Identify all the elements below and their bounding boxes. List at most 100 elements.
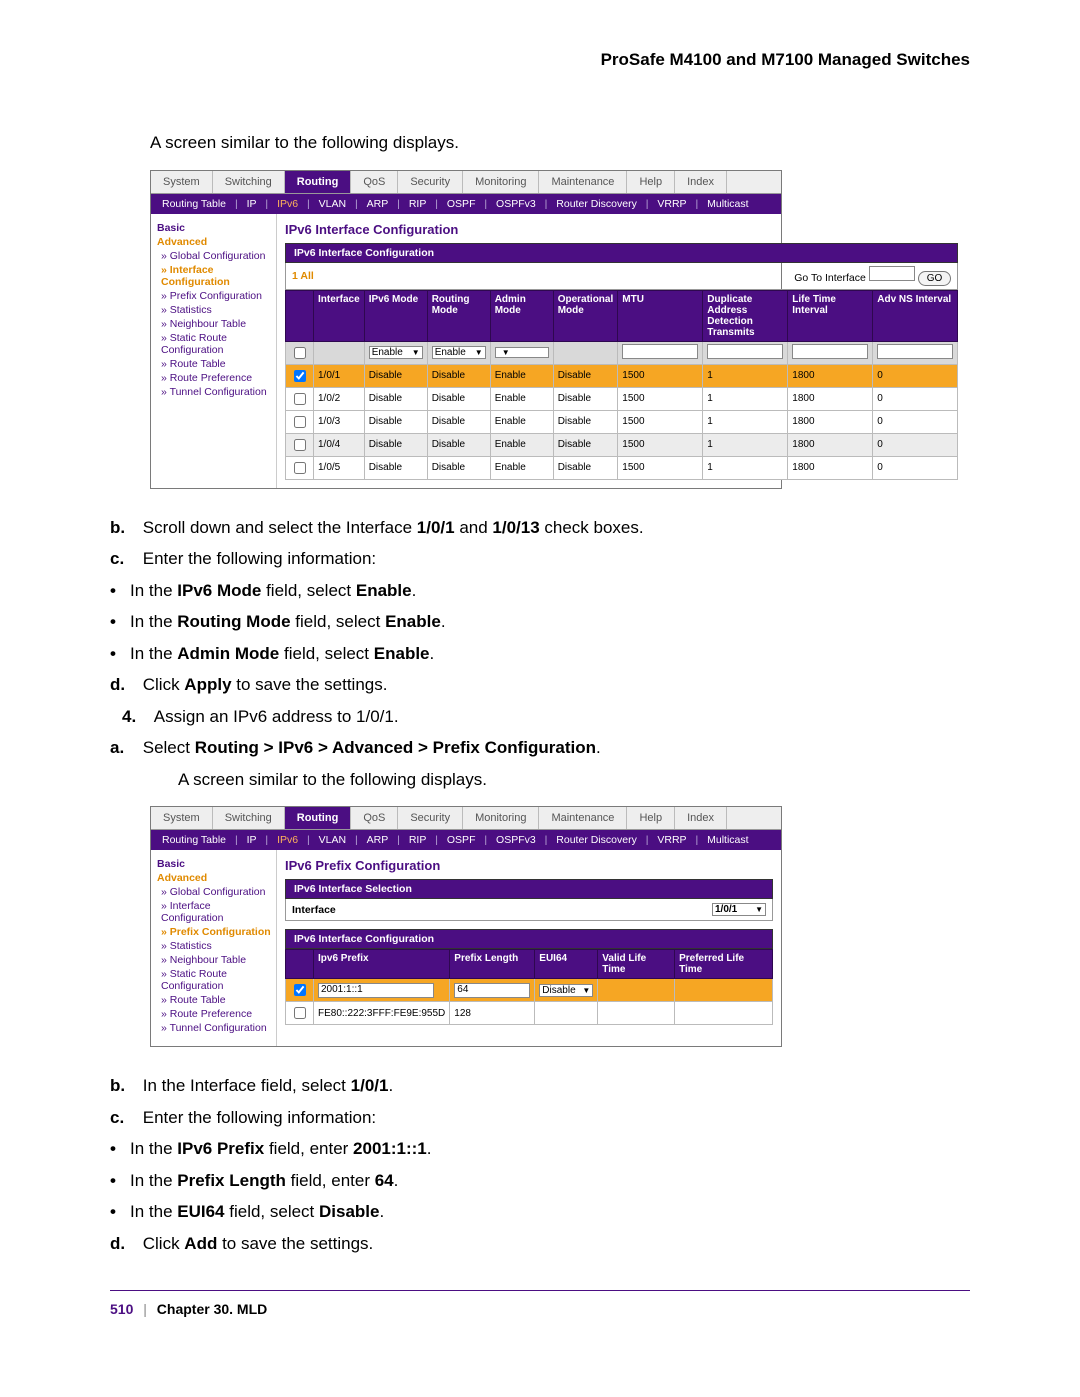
step-d: d. Click Apply to save the settings. [110,672,970,698]
advns-input[interactable] [877,344,953,359]
subnav-routing-table[interactable]: Routing Table [162,834,226,846]
page-header: ProSafe M4100 and M7100 Managed Switches [110,50,970,70]
dad-input[interactable] [707,344,783,359]
sidebar-item[interactable]: » Statistics [161,304,272,316]
tab-maintenance[interactable]: Maintenance [539,807,627,829]
tab-switching[interactable]: Switching [213,171,285,193]
goto-input[interactable] [869,266,915,281]
table-row: 1/0/5DisableDisableEnableDisable15001180… [286,456,958,479]
sidebar-item[interactable]: » Route Preference [161,372,272,384]
step2-c: c. Enter the following information: [110,1105,970,1131]
sidebar-item[interactable]: » Prefix Configuration [161,926,272,938]
tab-index[interactable]: Index [675,807,727,829]
subnav-ospfv3[interactable]: OSPFv3 [496,834,536,846]
sidebar-item[interactable]: » Interface Configuration [161,900,272,924]
subnav-ipv6[interactable]: IPv6 [277,834,298,846]
subnav-router-discovery[interactable]: Router Discovery [556,834,637,846]
row-checkbox[interactable] [294,393,306,405]
prefix-length-input[interactable]: 64 [454,983,530,998]
subnav-multicast[interactable]: Multicast [707,834,748,846]
subnav-router-discovery[interactable]: Router Discovery [556,198,637,210]
row-checkbox[interactable] [294,370,306,382]
tab-routing[interactable]: Routing [285,807,352,829]
sidebar-item[interactable]: » Route Preference [161,1008,272,1020]
sidebar-item[interactable]: » Route Table [161,358,272,370]
subnav-vlan[interactable]: VLAN [319,834,346,846]
subnav-multicast[interactable]: Multicast [707,198,748,210]
subnav-routing-table[interactable]: Routing Table [162,198,226,210]
subnav-vrrp[interactable]: VRRP [657,198,686,210]
subnav-vlan[interactable]: VLAN [319,198,346,210]
subnav-ospf[interactable]: OSPF [447,834,476,846]
step-4a: a. Select Routing > IPv6 > Advanced > Pr… [110,735,970,761]
subnav-ipv6[interactable]: IPv6 [277,198,298,210]
sidebar-item[interactable]: » Neighbour Table [161,318,272,330]
step-b: b. Scroll down and select the Interface … [110,515,970,541]
subnav-ospf[interactable]: OSPF [447,198,476,210]
sidebar-item[interactable]: » Global Configuration [161,886,272,898]
subnav-ip[interactable]: IP [247,834,257,846]
chapter-label: Chapter 30. MLD [157,1301,267,1317]
subnav-rip[interactable]: RIP [409,834,427,846]
routing-mode-dropdown[interactable]: Enable▼ [432,346,486,359]
row-checkbox[interactable] [294,1007,306,1019]
sidebar-item[interactable]: » Global Configuration [161,250,272,262]
prefix-table: Ipv6 PrefixPrefix LengthEUI64Valid Life … [285,949,773,1025]
step-c: c. Enter the following information: [110,546,970,572]
ipv6-prefix-input[interactable]: 2001:1::1 [318,983,434,998]
subnav-ospfv3[interactable]: OSPFv3 [496,198,536,210]
sidebar-item[interactable]: » Route Table [161,994,272,1006]
tab-system[interactable]: System [151,171,213,193]
sidebar-item[interactable]: » Static Route Configuration [161,332,272,356]
subnav-arp[interactable]: ARP [367,834,389,846]
subnav-arp[interactable]: ARP [367,198,389,210]
sub-nav: Routing Table | IP | IPv6 | VLAN | ARP |… [151,194,781,214]
admin-mode-dropdown[interactable]: ▼ [495,347,549,358]
sidebar-item[interactable]: » Interface Configuration [161,264,272,288]
tab-routing[interactable]: Routing [285,171,352,193]
interface-table: InterfaceIPv6 ModeRouting ModeAdmin Mode… [285,290,958,480]
table-row: FE80::222:3FFF:FE9E:955D128 [286,1002,773,1025]
row-checkbox[interactable] [294,984,306,996]
step-4: 4. Assign an IPv6 address to 1/0/1. [122,704,970,730]
tab-help[interactable]: Help [627,807,675,829]
tab-monitoring[interactable]: Monitoring [463,807,539,829]
sidebar-item[interactable]: » Statistics [161,940,272,952]
row-checkbox[interactable] [294,462,306,474]
sidebar-basic[interactable]: Basic [157,222,272,234]
sidebar-basic[interactable]: Basic [157,858,272,870]
tab-switching[interactable]: Switching [213,807,285,829]
tab-security[interactable]: Security [398,807,463,829]
tab-index[interactable]: Index [675,171,727,193]
select-all-checkbox[interactable] [294,347,306,359]
mtu-input[interactable] [622,344,698,359]
tab-security[interactable]: Security [398,171,463,193]
row-checkbox[interactable] [294,416,306,428]
ipv6-mode-dropdown[interactable]: Enable▼ [369,346,423,359]
subnav-ip[interactable]: IP [247,198,257,210]
tab-monitoring[interactable]: Monitoring [463,171,539,193]
filter-label[interactable]: 1 All [292,270,314,282]
subnav-rip[interactable]: RIP [409,198,427,210]
sidebar-item[interactable]: » Tunnel Configuration [161,1022,272,1034]
interface-dropdown[interactable]: 1/0/1▼ [712,903,766,916]
tab-qos[interactable]: QoS [351,171,398,193]
tab-maintenance[interactable]: Maintenance [539,171,627,193]
column-header: Valid Life Time [598,950,675,979]
sidebar-item[interactable]: » Neighbour Table [161,954,272,966]
sidebar-item[interactable]: » Tunnel Configuration [161,386,272,398]
life-input[interactable] [792,344,868,359]
tab-system[interactable]: System [151,807,213,829]
sidebar-advanced[interactable]: Advanced [157,872,272,884]
sidebar-item[interactable]: » Prefix Configuration [161,290,272,302]
sidebar-advanced[interactable]: Advanced [157,236,272,248]
tab-help[interactable]: Help [627,171,675,193]
column-header: IPv6 Mode [364,290,427,341]
column-header [286,950,314,979]
sidebar-item[interactable]: » Static Route Configuration [161,968,272,992]
row-checkbox[interactable] [294,439,306,451]
subnav-vrrp[interactable]: VRRP [657,834,686,846]
eui64-dropdown[interactable]: Disable▼ [539,984,593,997]
go-button[interactable]: GO [918,271,952,286]
tab-qos[interactable]: QoS [351,807,398,829]
